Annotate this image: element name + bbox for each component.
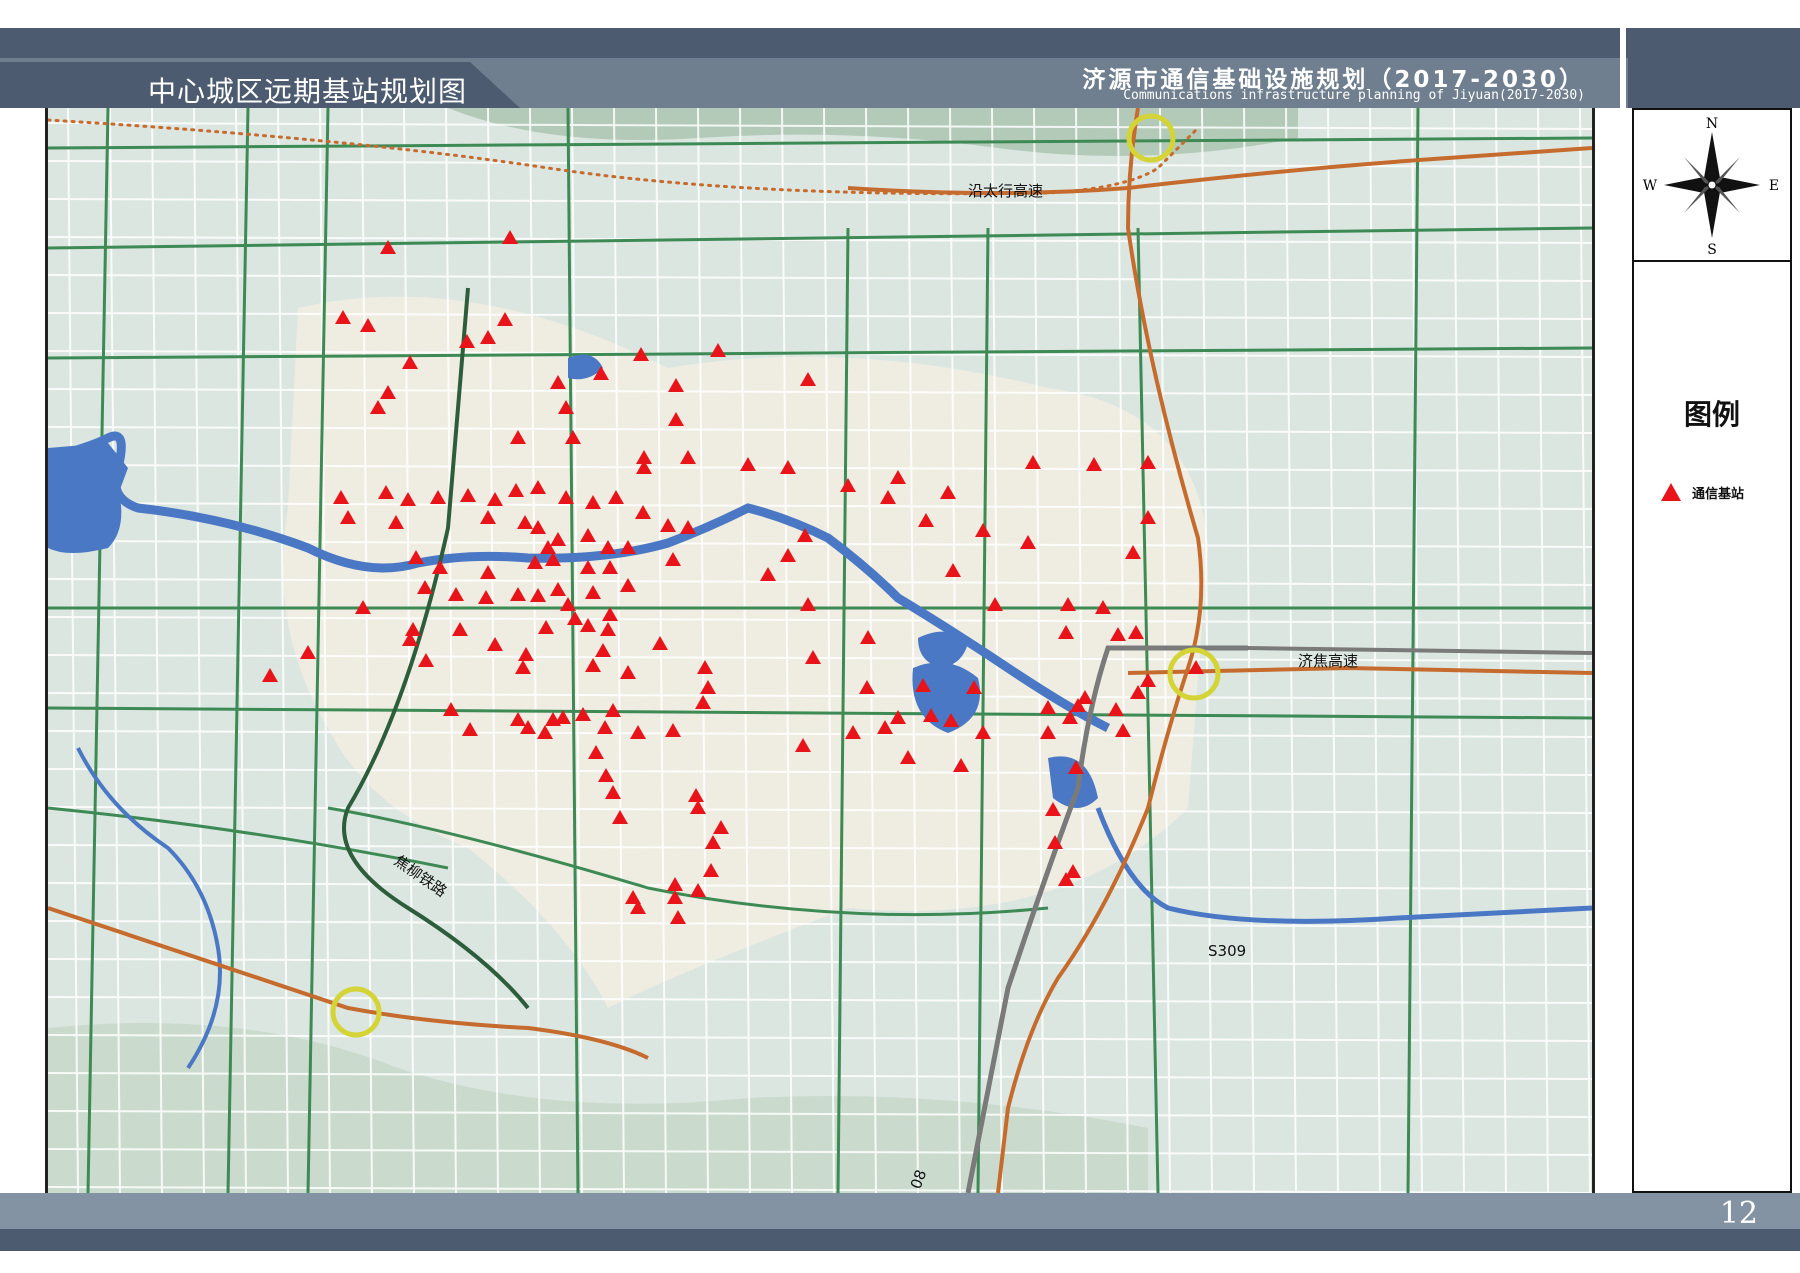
legend-item-label: 通信基站: [1692, 486, 1745, 502]
page-number: 12: [1719, 1196, 1758, 1231]
label-taihang-expressway: 沿太行高速: [968, 182, 1043, 200]
compass-rose-icon: N S E W: [1643, 116, 1779, 258]
header-top-band: [0, 28, 1800, 58]
legend-item-station: 通信基站: [1660, 482, 1744, 502]
project-subtitle: Communications infrastructure planning o…: [1123, 88, 1585, 103]
footer-bar: [0, 1193, 1800, 1229]
compass-west: W: [1643, 178, 1658, 194]
side-separator: [1620, 28, 1626, 1193]
compass-east: E: [1769, 178, 1779, 194]
side-header-band: [1628, 28, 1800, 108]
compass-north: N: [1706, 116, 1718, 132]
compass: N S E W: [1634, 110, 1790, 262]
compass-south: S: [1707, 242, 1717, 258]
legend-title: 图例: [1683, 398, 1740, 431]
map-view[interactable]: 沿太行高速 济焦高速 焦柳铁路 S309 08: [45, 108, 1595, 1193]
map-canvas: 沿太行高速 济焦高速 焦柳铁路 S309 08: [48, 108, 1592, 1193]
footer-strip: [0, 1229, 1800, 1251]
label-jijiao-expressway: 济焦高速: [1298, 652, 1358, 670]
red-triangle-icon: [1661, 483, 1681, 501]
label-s309: S309: [1208, 942, 1246, 960]
page-title: 中心城区远期基站规划图: [148, 75, 468, 108]
legend-panel: N S E W 图例 通信基站: [1632, 108, 1792, 1193]
